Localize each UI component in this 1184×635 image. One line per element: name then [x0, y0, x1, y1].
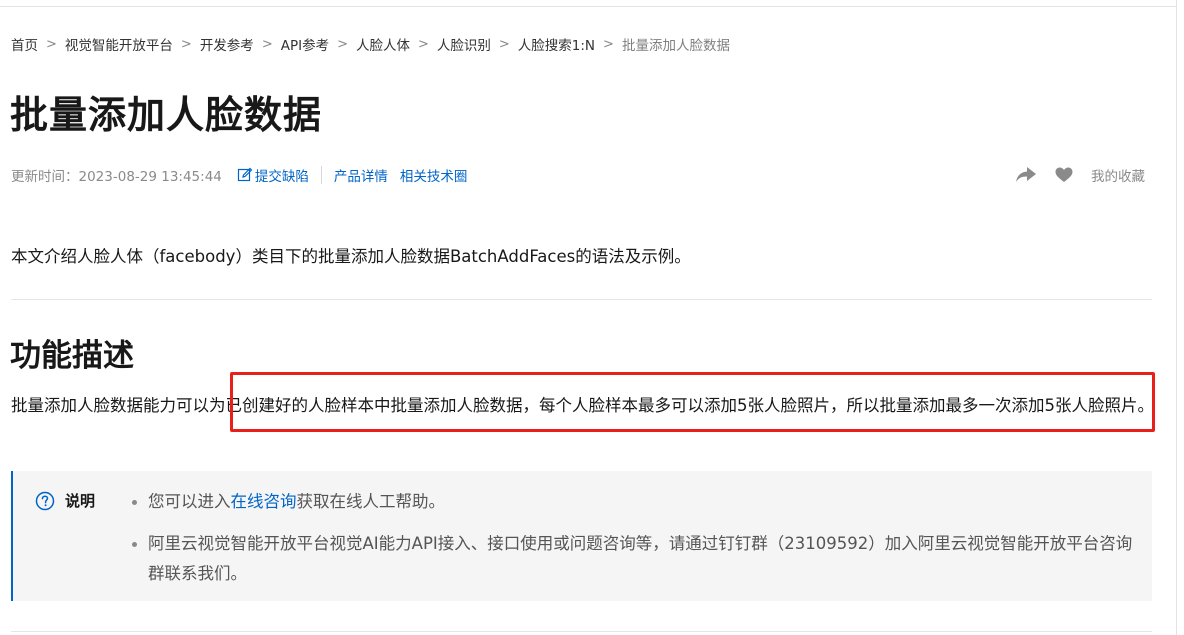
section-title-function: 功能描述	[10, 338, 134, 374]
breadcrumb-api-reference[interactable]: API参考	[281, 34, 329, 54]
product-details-link[interactable]: 产品详情	[334, 165, 388, 185]
breadcrumb-face-recognition[interactable]: 人脸识别	[437, 34, 491, 54]
heart-icon[interactable]	[1055, 167, 1073, 183]
note-header: 说明	[35, 490, 95, 511]
tech-circle-link[interactable]: 相关技术圈	[400, 165, 468, 185]
breadcrumb: 首页 > 视觉智能开放平台 > 开发参考 > API参考 > 人脸人体 > 人脸…	[11, 34, 730, 55]
breadcrumb-dev-reference[interactable]: 开发参考	[200, 34, 254, 54]
breadcrumb-separator: >	[417, 36, 429, 52]
breadcrumb-separator: >	[337, 36, 348, 52]
note-item-text: 您可以进入	[148, 492, 231, 511]
intro-text: 本文介绍人脸人体（facebody）类目下的批量添加人脸数据BatchAddFa…	[11, 247, 691, 266]
note-item-text: 获取在线人工帮助。	[296, 492, 446, 511]
note-label: 说明	[65, 492, 96, 510]
page-title: 批量添加人脸数据	[10, 93, 323, 137]
question-circle-icon	[35, 491, 55, 510]
breadcrumb-separator: >	[46, 36, 57, 52]
breadcrumb-vision-platform[interactable]: 视觉智能开放平台	[65, 34, 173, 54]
favorites-link[interactable]: 我的收藏	[1091, 165, 1145, 185]
highlight-annotation-box	[230, 372, 1155, 432]
breadcrumb-face-body[interactable]: 人脸人体	[356, 34, 410, 54]
breadcrumb-separator: >	[261, 36, 273, 52]
breadcrumb-separator: >	[180, 36, 192, 52]
note-box: 说明 您可以进入在线咨询获取在线人工帮助。 阿里云视觉智能开放平台视觉AI能力A…	[11, 471, 1152, 601]
breadcrumb-current: 批量添加人脸数据	[621, 38, 730, 54]
section-divider	[11, 299, 1152, 300]
page-actions: 我的收藏	[1015, 165, 1145, 185]
right-divider	[1176, 0, 1177, 635]
meta-divider	[320, 166, 322, 184]
breadcrumb-separator: >	[498, 36, 510, 52]
note-list: 您可以进入在线咨询获取在线人工帮助。 阿里云视觉智能开放平台视觉AI能力API接…	[130, 487, 1140, 589]
submit-bug-link[interactable]: 提交缺陷	[237, 165, 309, 185]
online-consult-link[interactable]: 在线咨询	[231, 492, 297, 511]
note-item-dingtalk: 阿里云视觉智能开放平台视觉AI能力API接入、接口使用或问题咨询等，请通过钉钉群…	[130, 529, 1140, 589]
share-icon[interactable]	[1015, 166, 1037, 184]
meta-bar: 更新时间：2023-08-29 13:45:44 提交缺陷 产品详情 相关技术圈	[11, 165, 467, 185]
note-item-online-consult: 您可以进入在线咨询获取在线人工帮助。	[130, 487, 1140, 517]
breadcrumb-face-search[interactable]: 人脸搜索1:N	[518, 34, 595, 54]
breadcrumb-separator: >	[603, 36, 614, 52]
top-divider	[0, 0, 1176, 7]
edit-icon	[237, 167, 253, 182]
breadcrumb-home[interactable]: 首页	[11, 34, 38, 54]
bottom-divider	[11, 631, 1152, 632]
updated-time: 更新时间：2023-08-29 13:45:44	[11, 169, 222, 185]
submit-bug-label: 提交缺陷	[254, 169, 309, 185]
